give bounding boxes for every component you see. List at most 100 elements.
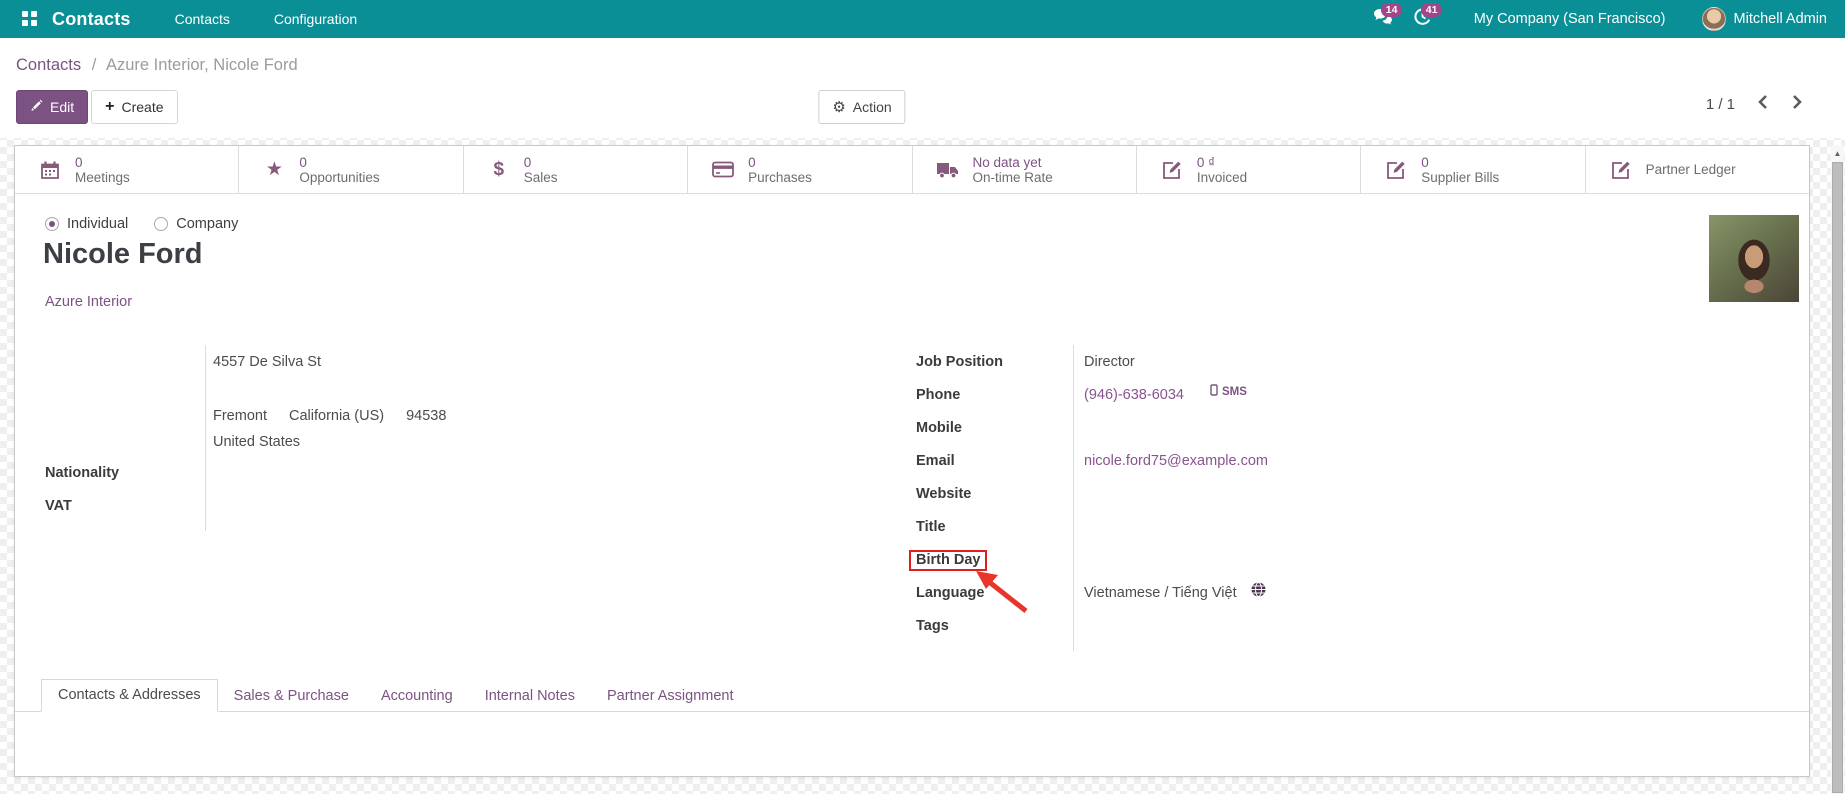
email-row: Email nicole.ford75@example.com [916, 450, 1796, 483]
stat-label: Sales [523, 169, 558, 185]
tab-sales-purchase[interactable]: Sales & Purchase [218, 681, 365, 712]
scrollbar-thumb[interactable] [1832, 162, 1843, 793]
street-value[interactable]: 4557 De Silva St [205, 351, 321, 370]
edit-note-icon [1159, 160, 1185, 180]
top-navbar: Contacts Contacts Configuration 14 41 My… [0, 0, 1845, 38]
birthday-label: Birth Day [916, 552, 981, 568]
user-name: Mitchell Admin [1733, 11, 1827, 27]
street2-row [45, 384, 895, 405]
radio-company[interactable]: Company [154, 216, 238, 232]
stat-purchases[interactable]: 0 Purchases [688, 146, 913, 193]
birthday-value[interactable] [1076, 549, 1084, 552]
stat-on-time-rate[interactable]: No data yet On-time Rate [913, 146, 1137, 193]
language-value[interactable]: Vietnamese / Tiếng Việt [1076, 582, 1237, 601]
pager-next-button[interactable] [1791, 94, 1803, 115]
stat-sales[interactable]: $ 0 Sales [464, 146, 689, 193]
tab-accounting[interactable]: Accounting [365, 681, 469, 712]
tab-internal-notes[interactable]: Internal Notes [469, 681, 591, 712]
sms-button[interactable]: SMS [1210, 384, 1247, 399]
apps-menu-icon[interactable] [22, 11, 38, 27]
vat-value[interactable] [205, 495, 213, 498]
radio-individual[interactable]: Individual [45, 216, 128, 232]
zip-value[interactable]: 94538 [406, 405, 446, 424]
radio-individual-label: Individual [67, 216, 129, 232]
email-label: Email [916, 453, 955, 469]
chevron-right-icon [1791, 94, 1803, 115]
breadcrumb: Contacts / Azure Interior, Nicole Ford [16, 56, 298, 75]
city-row: Fremont California (US) 94538 [45, 405, 895, 431]
stat-partner-ledger[interactable]: Partner Ledger [1586, 146, 1809, 193]
user-avatar [1701, 7, 1726, 31]
country-value[interactable]: United States [205, 431, 300, 450]
parent-company-link[interactable]: Azure Interior [45, 294, 132, 310]
radio-company-label: Company [176, 216, 239, 232]
record-pager: 1 / 1 [1706, 94, 1803, 115]
stat-meetings[interactable]: 0 Meetings [15, 146, 240, 193]
messages-badge: 14 [1380, 3, 1403, 17]
globe-icon[interactable] [1251, 582, 1266, 597]
state-value[interactable]: California (US) [289, 405, 384, 424]
page-background: Contacts Contacts Configuration 14 41 My… [0, 0, 1845, 794]
breadcrumb-contacts[interactable]: Contacts [16, 56, 81, 74]
app-name[interactable]: Contacts [52, 9, 131, 30]
edit-button[interactable]: Edit [16, 90, 89, 124]
language-label: Language [916, 585, 985, 601]
title-row: Title [916, 516, 1796, 549]
star-icon: ★ [265, 159, 283, 180]
phone-value[interactable]: (946)-638-6034 [1076, 384, 1184, 403]
job-position-value[interactable]: Director [1076, 351, 1135, 370]
website-value[interactable] [1076, 483, 1084, 486]
tab-contacts-addresses[interactable]: Contacts & Addresses [41, 679, 218, 712]
nationality-value[interactable] [205, 462, 213, 465]
stat-label: On-time Rate [972, 169, 1053, 185]
phone-icon [1210, 384, 1218, 399]
nationality-row: Nationality [45, 462, 895, 495]
title-value[interactable] [1076, 516, 1084, 519]
gear-icon: ⚙ [832, 98, 846, 116]
form-sheet: 0 Meetings ★ 0 Opportunities $ 0 Sales 0… [14, 145, 1810, 777]
tab-partner-assignment[interactable]: Partner Assignment [591, 681, 750, 712]
stat-invoiced[interactable]: 0 ₫ Invoiced [1137, 146, 1362, 193]
vat-row: VAT [45, 495, 895, 528]
stat-opportunities[interactable]: ★ 0 Opportunities [239, 146, 464, 193]
email-value[interactable]: nicole.ford75@example.com [1076, 450, 1268, 469]
language-row: Language Vietnamese / Tiếng Việt [916, 582, 1796, 615]
calendar-icon [37, 160, 63, 180]
tags-row: Tags [916, 615, 1796, 648]
notebook-tabs: Contacts & Addresses Sales & Purchase Ac… [15, 678, 1809, 712]
plus-icon: + [105, 98, 115, 115]
scroll-up-icon[interactable]: ▲ [1831, 145, 1844, 161]
pencil-icon [30, 97, 43, 117]
activities-badge: 41 [1420, 3, 1443, 17]
birthday-row: Birth Day [909, 549, 1796, 613]
dollar-icon: $ [493, 158, 505, 180]
country-row: United States [45, 431, 895, 457]
stat-value: 0 ₫ [1196, 154, 1216, 170]
sms-label: SMS [1221, 385, 1247, 398]
mobile-value[interactable] [1076, 417, 1084, 420]
stat-supplier-bills[interactable]: 0 Supplier Bills [1361, 146, 1586, 193]
action-button[interactable]: ⚙ Action [818, 90, 906, 124]
stat-value: 0 [748, 154, 756, 170]
tags-value[interactable] [1076, 615, 1084, 618]
website-row: Website [916, 483, 1796, 516]
contact-name[interactable]: Nicole Ford [43, 238, 203, 271]
user-menu[interactable]: Mitchell Admin [1701, 7, 1827, 31]
create-button[interactable]: + Create [91, 90, 178, 124]
contact-photo[interactable] [1709, 215, 1799, 302]
city-value[interactable]: Fremont [205, 405, 267, 424]
menu-configuration[interactable]: Configuration [274, 11, 357, 27]
menu-contacts[interactable]: Contacts [175, 11, 230, 27]
stat-label: Opportunities [299, 169, 380, 185]
messages-button[interactable]: 14 [1368, 3, 1403, 32]
vat-label: VAT [45, 498, 72, 514]
mobile-label: Mobile [916, 420, 962, 436]
job-position-label: Job Position [916, 354, 1003, 370]
company-switcher[interactable]: My Company (San Francisco) [1474, 11, 1666, 27]
birthday-highlight-box: Birth Day [909, 550, 988, 571]
radio-unselected-icon [154, 217, 169, 231]
vertical-scrollbar[interactable]: ▲ [1831, 145, 1844, 794]
pager-previous-button[interactable] [1757, 94, 1769, 115]
activities-button[interactable]: 41 [1408, 3, 1443, 32]
phone-row: Phone (946)-638-6034 SMS [916, 384, 1796, 417]
